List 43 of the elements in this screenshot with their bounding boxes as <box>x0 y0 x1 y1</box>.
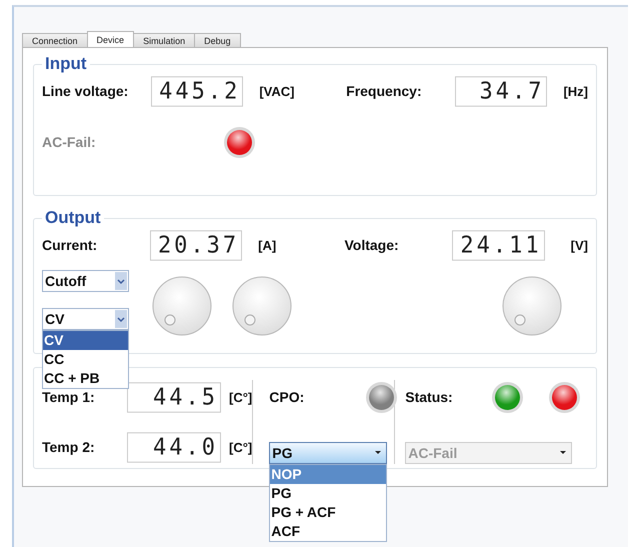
dropdown-option[interactable]: ACF <box>270 522 386 541</box>
field-label: Temp 2: <box>42 439 96 455</box>
group-title: Input <box>44 54 88 74</box>
dropdown-option[interactable]: CC + PB <box>43 369 128 388</box>
unit-label: [V] <box>570 238 588 252</box>
knob[interactable] <box>152 276 212 336</box>
caret-icon <box>115 310 127 328</box>
field-label: Temp 1: <box>42 389 96 405</box>
field-label: Line voltage: <box>42 83 130 99</box>
dropdown[interactable]: PG <box>269 442 388 464</box>
dropdown[interactable]: CV <box>42 308 129 330</box>
caret-icon <box>115 272 127 290</box>
digital-display: 20.37 <box>150 230 242 260</box>
tab[interactable]: Debug <box>194 33 241 47</box>
field-label: Status: <box>405 389 454 405</box>
unit-label: [C°] <box>228 390 252 404</box>
unit-label: [C°] <box>228 440 252 454</box>
field-label: Voltage: <box>344 237 400 253</box>
digital-display: 44.5 <box>127 382 221 412</box>
unit-label: [A] <box>257 238 278 252</box>
digital-display: 44.0 <box>127 432 221 462</box>
dropdown-option[interactable]: PG + ACF <box>270 503 386 522</box>
dropdown-option[interactable]: CV <box>43 331 128 350</box>
unit-label: [Hz] <box>562 84 588 98</box>
tab[interactable]: Connection <box>22 33 88 47</box>
group-title: Output <box>44 208 102 228</box>
knob[interactable] <box>232 276 292 336</box>
dropdown-option[interactable]: CC <box>43 350 128 369</box>
digital-display: 445.2 <box>150 76 244 106</box>
dropdown-option[interactable]: PG <box>270 484 386 503</box>
tab[interactable]: Device <box>86 31 134 47</box>
field-label: AC-Fail: <box>42 134 97 150</box>
digital-display: 24.11 <box>452 230 545 260</box>
knob[interactable] <box>502 276 562 336</box>
dropdown[interactable]: Cutoff <box>42 270 129 292</box>
digital-display: 34.7 <box>454 76 548 106</box>
unit-label: [VAC] <box>258 84 296 98</box>
caret-icon <box>560 451 566 454</box>
tab[interactable]: Simulation <box>133 33 196 47</box>
field-label: CPO: <box>269 389 306 405</box>
caret-icon <box>375 451 382 454</box>
field-label: Current: <box>42 237 98 253</box>
field-label: Frequency: <box>346 83 423 99</box>
